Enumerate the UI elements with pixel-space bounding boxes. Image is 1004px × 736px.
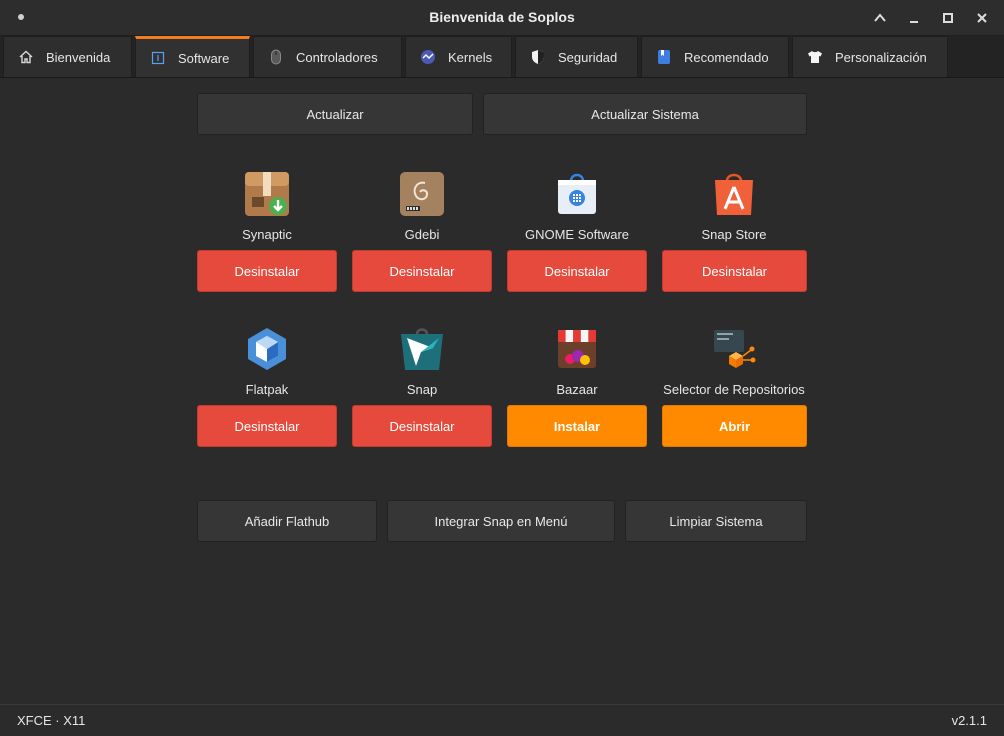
tab-seguridad[interactable]: Seguridad bbox=[515, 36, 638, 77]
home-icon bbox=[18, 49, 34, 65]
tab-bienvenida[interactable]: Bienvenida bbox=[3, 36, 132, 77]
integrate-snap-button[interactable]: Integrar Snap en Menú bbox=[387, 500, 615, 542]
tab-label: Bienvenida bbox=[46, 49, 111, 65]
app-synaptic: Synaptic bbox=[177, 171, 357, 242]
app-gdebi: Gdebi bbox=[332, 171, 512, 242]
software-panel: Actualizar Actualizar Sistema Synaptic G… bbox=[0, 78, 1004, 704]
bookmark-icon bbox=[656, 49, 672, 65]
synaptic-icon bbox=[244, 171, 290, 217]
snap-uninstall-button[interactable]: Desinstalar bbox=[352, 405, 492, 447]
update-button[interactable]: Actualizar bbox=[197, 93, 473, 135]
tab-controladores[interactable]: Controladores bbox=[253, 36, 402, 77]
snap-icon bbox=[399, 326, 445, 372]
app-repo-selector: Selector de Repositorios bbox=[644, 326, 824, 397]
gnome-software-uninstall-button[interactable]: Desinstalar bbox=[507, 250, 647, 292]
tab-label: Kernels bbox=[448, 49, 493, 65]
app-name: Snap Store bbox=[701, 227, 767, 242]
app-snap: Snap bbox=[332, 326, 512, 397]
app-name: Bazaar bbox=[556, 382, 598, 397]
app-flatpak: Flatpak bbox=[177, 326, 357, 397]
snap-store-icon bbox=[711, 171, 757, 217]
tab-label: Recomendado bbox=[684, 49, 769, 65]
gnome-software-icon bbox=[554, 171, 600, 217]
synaptic-uninstall-button[interactable]: Desinstalar bbox=[197, 250, 337, 292]
app-name: Selector de Repositorios bbox=[663, 382, 805, 397]
square-icon bbox=[943, 13, 953, 23]
tab-recomendado[interactable]: Recomendado bbox=[641, 36, 789, 77]
app-name: Synaptic bbox=[242, 227, 292, 242]
app-snap-store: Snap Store bbox=[644, 171, 824, 242]
tab-kernels[interactable]: Kernels bbox=[405, 36, 512, 77]
tab-label: Seguridad bbox=[558, 49, 618, 65]
snap-store-uninstall-button[interactable]: Desinstalar bbox=[662, 250, 807, 292]
software-icon bbox=[150, 50, 166, 66]
tab-label: Personalización bbox=[835, 49, 927, 65]
bazaar-install-button[interactable]: Instalar bbox=[507, 405, 647, 447]
flatpak-uninstall-button[interactable]: Desinstalar bbox=[197, 405, 337, 447]
close-icon bbox=[977, 13, 987, 23]
version-label: v2.1.1 bbox=[951, 713, 987, 728]
mouse-icon bbox=[268, 49, 284, 65]
shirt-icon bbox=[807, 49, 823, 65]
app-name: Flatpak bbox=[245, 382, 289, 397]
add-flathub-button[interactable]: Añadir Flathub bbox=[197, 500, 377, 542]
restore-window-button[interactable] bbox=[938, 8, 958, 28]
app-gnome-software: GNOME Software bbox=[487, 171, 667, 242]
session-info: XFCE · X11 bbox=[17, 713, 86, 728]
tab-label: Controladores bbox=[296, 49, 378, 65]
app-name: GNOME Software bbox=[524, 227, 630, 242]
kernel-icon bbox=[420, 49, 436, 65]
repo-selector-icon bbox=[711, 326, 757, 372]
flatpak-icon bbox=[244, 326, 290, 372]
title-bar: Bienvenida de Soplos bbox=[0, 0, 1004, 36]
minimize-icon bbox=[910, 21, 918, 23]
gdebi-icon bbox=[399, 171, 445, 217]
minimize-window-button[interactable] bbox=[904, 8, 924, 28]
status-bar: XFCE · X11 v2.1.1 bbox=[0, 704, 1004, 736]
repo-selector-open-button[interactable]: Abrir bbox=[662, 405, 807, 447]
window-title: Bienvenida de Soplos bbox=[429, 9, 575, 25]
update-system-button[interactable]: Actualizar Sistema bbox=[483, 93, 807, 135]
shield-icon bbox=[530, 49, 546, 65]
app-bazaar: Bazaar bbox=[487, 326, 667, 397]
gdebi-uninstall-button[interactable]: Desinstalar bbox=[352, 250, 492, 292]
maximize-window-button[interactable] bbox=[870, 8, 890, 28]
tab-bar: Bienvenida Software Controladores Kernel… bbox=[0, 36, 1004, 78]
app-name: Snap bbox=[406, 382, 438, 397]
close-window-button[interactable] bbox=[972, 8, 992, 28]
tab-software[interactable]: Software bbox=[135, 36, 250, 77]
tab-label: Software bbox=[178, 50, 230, 66]
bazaar-icon bbox=[554, 326, 600, 372]
app-name: Gdebi bbox=[404, 227, 440, 242]
chevron-up-icon bbox=[874, 13, 886, 22]
tab-personalizacion[interactable]: Personalización bbox=[792, 36, 948, 77]
clean-system-button[interactable]: Limpiar Sistema bbox=[625, 500, 807, 542]
